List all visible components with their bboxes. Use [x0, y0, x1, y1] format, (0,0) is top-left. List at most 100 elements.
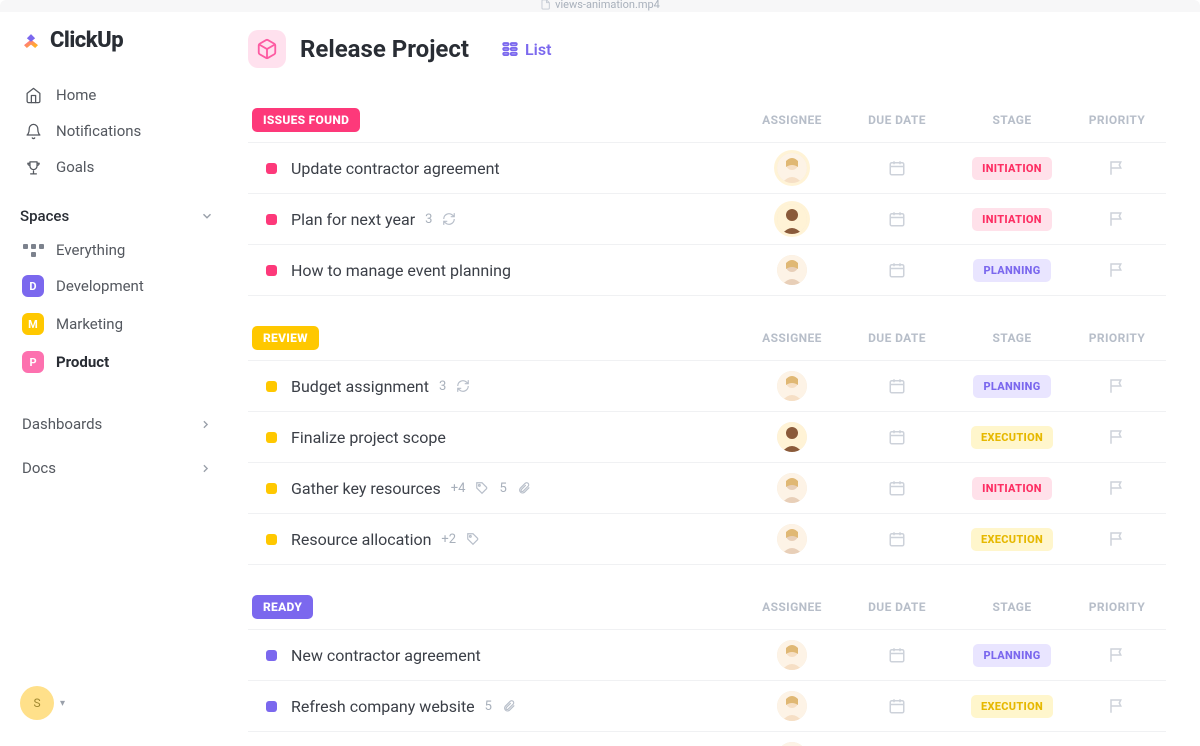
- assignee-avatar[interactable]: [777, 255, 807, 285]
- task-row[interactable]: How to manage event planning PLANNING: [248, 245, 1166, 296]
- status-pill[interactable]: ISSUES FOUND: [252, 108, 360, 132]
- tags-count[interactable]: +2: [441, 532, 480, 547]
- calendar-icon: [888, 428, 906, 446]
- task-list: Budget assignment 3 PLANNING Finalize pr…: [248, 360, 1166, 565]
- sidebar-space-product[interactable]: PProduct: [20, 343, 214, 381]
- page-title: Release Project: [300, 35, 469, 63]
- col-assignee: ASSIGNEE: [742, 331, 842, 345]
- sidebar-space-development[interactable]: DDevelopment: [20, 267, 214, 305]
- assignee-avatar[interactable]: [777, 640, 807, 670]
- stage-pill[interactable]: PLANNING: [973, 375, 1050, 398]
- stage-pill[interactable]: EXECUTION: [971, 695, 1053, 718]
- task-row[interactable]: New contractor agreement PLANNING: [248, 630, 1166, 681]
- calendar-icon: [888, 377, 906, 395]
- sidebar-item-docs[interactable]: Docs: [20, 449, 214, 487]
- home-icon: [24, 87, 42, 104]
- view-switcher[interactable]: List: [501, 40, 551, 59]
- project-icon-badge[interactable]: [248, 30, 286, 68]
- priority-cell[interactable]: [1072, 377, 1162, 395]
- priority-cell[interactable]: [1072, 428, 1162, 446]
- nav-label: Home: [56, 86, 96, 104]
- calendar-icon: [888, 159, 906, 177]
- attachment-count[interactable]: 5: [499, 481, 530, 496]
- priority-cell[interactable]: [1072, 479, 1162, 497]
- user-menu-chevron-icon[interactable]: ▾: [60, 698, 65, 709]
- priority-cell[interactable]: [1072, 530, 1162, 548]
- task-status-square[interactable]: [266, 483, 277, 494]
- task-row[interactable]: Plan for next year 3 INITIATION: [248, 194, 1166, 245]
- task-row[interactable]: Resource allocation +2 EXECUTION: [248, 514, 1166, 565]
- task-row[interactable]: Gather key resources +4 5 INITIATION: [248, 463, 1166, 514]
- sidebar-space-marketing[interactable]: MMarketing: [20, 305, 214, 343]
- task-list: Update contractor agreement INITIATION P…: [248, 142, 1166, 296]
- due-date-cell[interactable]: [842, 377, 952, 395]
- task-status-square[interactable]: [266, 432, 277, 443]
- task-row[interactable]: Update contractor agreement INITIATION: [248, 143, 1166, 194]
- assignee-avatar[interactable]: [777, 371, 807, 401]
- stage-pill[interactable]: EXECUTION: [971, 528, 1053, 551]
- due-date-cell[interactable]: [842, 159, 952, 177]
- attachment-count[interactable]: 5: [485, 699, 516, 714]
- due-date-cell[interactable]: [842, 210, 952, 228]
- sidebar-item-dashboards[interactable]: Dashboards: [20, 405, 214, 443]
- subtask-count[interactable]: 3: [439, 379, 470, 394]
- nav-item-goals[interactable]: Goals: [20, 149, 214, 185]
- recurring-icon: [456, 379, 470, 393]
- col-priority: PRIORITY: [1072, 113, 1162, 127]
- assignee-avatar[interactable]: [777, 691, 807, 721]
- task-status-square[interactable]: [266, 701, 277, 712]
- calendar-icon: [888, 697, 906, 715]
- stage-pill[interactable]: INITIATION: [972, 157, 1052, 180]
- assignee-avatar[interactable]: [777, 524, 807, 554]
- task-row[interactable]: Refresh company website 5 EXECUTION: [248, 681, 1166, 732]
- stage-pill[interactable]: EXECUTION: [971, 426, 1053, 449]
- priority-cell[interactable]: [1072, 697, 1162, 715]
- spaces-header[interactable]: Spaces: [20, 207, 214, 225]
- assignee-avatar[interactable]: [777, 153, 807, 183]
- due-date-cell[interactable]: [842, 646, 952, 664]
- nav-item-notifications[interactable]: Notifications: [20, 113, 214, 149]
- task-row[interactable]: Finalize project scope EXECUTION: [248, 412, 1166, 463]
- task-status-square[interactable]: [266, 265, 277, 276]
- task-row[interactable]: Budget assignment 3 PLANNING: [248, 361, 1166, 412]
- subtask-count[interactable]: 3: [425, 212, 456, 227]
- task-list: New contractor agreement PLANNING Refres…: [248, 629, 1166, 746]
- status-pill[interactable]: REVIEW: [252, 326, 319, 350]
- due-date-cell[interactable]: [842, 697, 952, 715]
- nav-item-home[interactable]: Home: [20, 77, 214, 113]
- window-titlebar: views-animation.mp4: [0, 0, 1200, 12]
- bottom-nav-label: Docs: [22, 459, 56, 477]
- stage-pill[interactable]: INITIATION: [972, 477, 1052, 500]
- nav-label: Goals: [56, 158, 94, 176]
- priority-cell[interactable]: [1072, 646, 1162, 664]
- spaces-header-label: Spaces: [20, 207, 69, 225]
- due-date-cell[interactable]: [842, 530, 952, 548]
- assignee-avatar[interactable]: [777, 204, 807, 234]
- priority-cell[interactable]: [1072, 261, 1162, 279]
- assignee-avatar[interactable]: [777, 422, 807, 452]
- task-status-square[interactable]: [266, 534, 277, 545]
- task-status-square[interactable]: [266, 214, 277, 225]
- assignee-avatar[interactable]: [777, 473, 807, 503]
- stage-pill[interactable]: INITIATION: [972, 208, 1052, 231]
- priority-cell[interactable]: [1072, 159, 1162, 177]
- stage-pill[interactable]: PLANNING: [973, 259, 1050, 282]
- assignee-avatar[interactable]: [777, 742, 807, 746]
- task-status-square[interactable]: [266, 163, 277, 174]
- status-pill[interactable]: READY: [252, 595, 313, 619]
- priority-cell[interactable]: [1072, 210, 1162, 228]
- task-title: Budget assignment: [291, 377, 429, 396]
- logo-text: ClickUp: [50, 28, 123, 53]
- column-headers: ASSIGNEE DUE DATE STAGE PRIORITY: [742, 600, 1162, 614]
- user-avatar[interactable]: S: [20, 686, 54, 720]
- task-row[interactable]: Update key objectives 5 EXECUTION: [248, 732, 1166, 746]
- due-date-cell[interactable]: [842, 479, 952, 497]
- due-date-cell[interactable]: [842, 428, 952, 446]
- due-date-cell[interactable]: [842, 261, 952, 279]
- stage-pill[interactable]: PLANNING: [973, 644, 1050, 667]
- logo[interactable]: ClickUp: [20, 28, 214, 53]
- task-status-square[interactable]: [266, 381, 277, 392]
- sidebar-space-everything[interactable]: Everything: [20, 233, 214, 267]
- task-status-square[interactable]: [266, 650, 277, 661]
- tags-count[interactable]: +4: [451, 481, 490, 496]
